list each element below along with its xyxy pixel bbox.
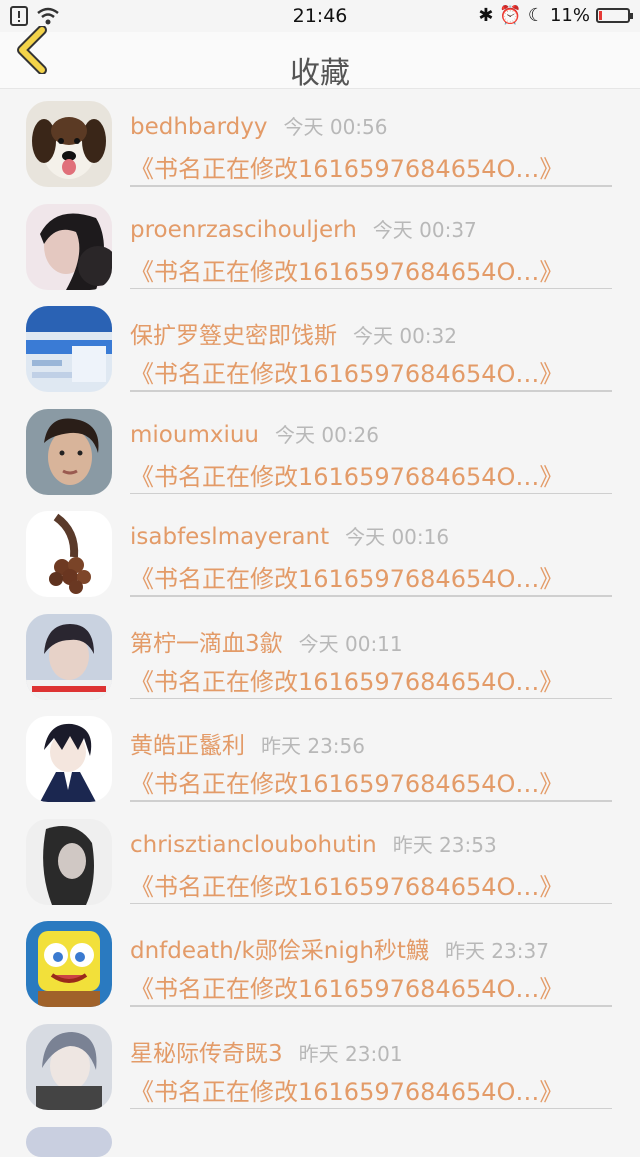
- timestamp: 昨天 23:56: [261, 734, 365, 758]
- avatar[interactable]: [26, 203, 112, 290]
- avatar[interactable]: [26, 716, 112, 802]
- book-title-link[interactable]: 《书名正在修改1616597684654O…》: [130, 559, 563, 594]
- user-name[interactable]: 星秘际传奇既3 昨天 23:01: [130, 1034, 403, 1068]
- user-name-text: proenrzascihouljerh: [130, 216, 357, 243]
- divider: [130, 390, 612, 392]
- user-name[interactable]: dnfdeath/k郧侩采nigh秒t鱴 昨天 23:37: [130, 931, 549, 965]
- moon-icon: ☾: [527, 5, 544, 26]
- divider: [130, 595, 612, 597]
- book-title-link[interactable]: 《书名正在修改1616597684654O…》: [130, 867, 563, 902]
- timestamp: 今天 00:16: [345, 525, 450, 549]
- book-title-link[interactable]: 《书名正在修改1616597684654O…》: [130, 457, 563, 492]
- avatar[interactable]: [26, 511, 112, 597]
- battery-icon: [596, 8, 633, 23]
- avatar[interactable]: [26, 306, 112, 392]
- page-title: 收藏: [290, 56, 350, 91]
- user-name-text: isabfeslmayerant: [130, 524, 330, 550]
- avatar[interactable]: [26, 921, 112, 1007]
- divider: [130, 287, 612, 289]
- list-item[interactable]: chrisztiancloubohutin 昨天 23:53 《书名正在修改1616…: [0, 807, 640, 910]
- user-name-text: 黄皓正鬣利: [130, 733, 245, 759]
- divider: [130, 1005, 612, 1007]
- book-title-link[interactable]: 《书名正在修改1616597684654O…》: [130, 252, 563, 287]
- user-name[interactable]: bedhbardyy 今天 00:56: [130, 111, 388, 140]
- list-item[interactable]: 第柠一滴血3歙 今天 00:11 《书名正在修改1616597684654O…》: [0, 602, 640, 705]
- user-name-text: chrisztiancloubohutin: [130, 831, 377, 858]
- avatar[interactable]: [26, 101, 112, 187]
- list-item[interactable]: mioumxiuu 今天 00:26 《书名正在修改1616597684654O…》: [0, 397, 640, 500]
- timestamp: 今天 00:11: [298, 631, 403, 656]
- alarm-icon: ⏰: [499, 5, 522, 26]
- list-item[interactable]: 保扩罗簦史密即饯斯 今天 00:32 《书名正在修改1616597684654O…》: [0, 294, 640, 397]
- timestamp: 昨天 23:37: [444, 939, 549, 963]
- status-bar: 21:46 ✱ ⏰ ☾ 11%: [0, 0, 640, 32]
- divider: [130, 185, 612, 187]
- user-name[interactable]: isabfeslmayerant 今天 00:16: [130, 521, 449, 550]
- avatar[interactable]: [26, 613, 112, 700]
- list-item[interactable]: 星秘际传奇既3 昨天 23:01 《书名正在修改1616597684654O…》: [0, 1012, 640, 1115]
- favorites-list: bedhbardyy 今天 00:56 《书名正在修改1616597684654O……: [0, 89, 640, 1114]
- status-right-icons: ✱ ⏰ ☾ 11%: [478, 5, 633, 26]
- user-name-text: 星秘际传奇既3: [130, 1040, 283, 1067]
- list-item[interactable]: 黄皓正鬣利 昨天 23:56 《书名正在修改1616597684654O…》: [0, 704, 640, 807]
- user-name-text: dnfdeath/k郧侩采nigh秒t鱴: [130, 938, 429, 964]
- user-name-text: 保扩罗簦史密即饯斯: [130, 323, 337, 349]
- timestamp: 昨天 23:01: [298, 1041, 403, 1066]
- book-title-link[interactable]: 《书名正在修改1616597684654O…》: [130, 354, 563, 389]
- user-name-text: bedhbardyy: [130, 114, 268, 140]
- user-name[interactable]: 第柠一滴血3歙 今天 00:11: [130, 624, 403, 658]
- user-name[interactable]: 黄皓正鬣利 昨天 23:56: [130, 726, 365, 760]
- timestamp: 今天 00:32: [353, 324, 457, 348]
- avatar[interactable]: [26, 1023, 112, 1110]
- list-item[interactable]: proenrzascihouljerh 今天 00:37 《书名正在修改161659…: [0, 192, 640, 295]
- list-item[interactable]: bedhbardyy 今天 00:56 《书名正在修改1616597684654O……: [0, 89, 640, 192]
- avatar[interactable]: [26, 408, 112, 495]
- list-item[interactable]: dnfdeath/k郧侩采nigh秒t鱴 昨天 23:37 《书名正在修改16165…: [0, 909, 640, 1012]
- nav-bar: 收藏: [0, 25, 640, 91]
- avatar[interactable]: [26, 818, 112, 905]
- user-name-text: 第柠一滴血3歙: [130, 630, 283, 657]
- user-name[interactable]: 保扩罗簦史密即饯斯 今天 00:32: [130, 316, 457, 350]
- book-title-link[interactable]: 《书名正在修改1616597684654O…》: [130, 662, 563, 697]
- divider: [130, 902, 612, 904]
- divider: [130, 800, 612, 802]
- user-name-text: mioumxiuu: [130, 421, 260, 448]
- book-title-link[interactable]: 《书名正在修改1616597684654O…》: [130, 149, 563, 184]
- book-title-link[interactable]: 《书名正在修改1616597684654O…》: [130, 1072, 563, 1107]
- battery-level: [599, 11, 603, 20]
- timestamp: 昨天 23:53: [392, 832, 497, 857]
- timestamp: 今天 00:26: [275, 422, 380, 447]
- divider: [130, 1107, 612, 1109]
- user-name[interactable]: mioumxiuu 今天 00:26: [130, 419, 379, 448]
- book-title-link[interactable]: 《书名正在修改1616597684654O…》: [130, 764, 563, 799]
- user-name[interactable]: proenrzascihouljerh 今天 00:37: [130, 214, 477, 243]
- list-item[interactable]: isabfeslmayerant 今天 00:16 《书名正在修改161659768…: [0, 499, 640, 602]
- bluetooth-icon: ✱: [478, 5, 494, 26]
- timestamp: 今天 00:56: [283, 115, 388, 139]
- divider: [130, 697, 612, 699]
- battery-percent: 11%: [549, 5, 590, 26]
- book-title-link[interactable]: 《书名正在修改1616597684654O…》: [130, 969, 563, 1004]
- avatar: [26, 1127, 112, 1157]
- divider: [130, 492, 612, 494]
- user-name[interactable]: chrisztiancloubohutin 昨天 23:53: [130, 829, 497, 858]
- timestamp: 今天 00:37: [372, 217, 477, 242]
